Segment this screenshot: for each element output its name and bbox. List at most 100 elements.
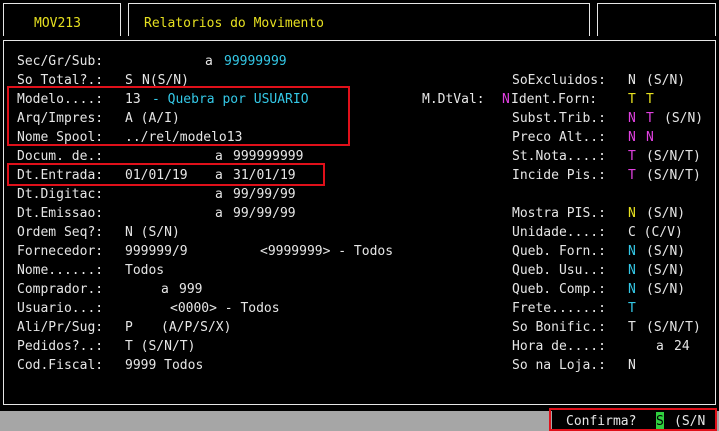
confirm-options: (S/N: [674, 414, 706, 429]
field-nomespool[interactable]: ../rel/modelo13: [125, 128, 242, 147]
screen-title: Relatorios do Movimento: [144, 16, 325, 31]
field-soexcluidos[interactable]: N: [628, 71, 636, 90]
field-identforn-1[interactable]: T: [628, 90, 636, 109]
field-frete[interactable]: T: [628, 299, 636, 318]
field-precoalt-1[interactable]: N: [628, 128, 636, 147]
opts-quebusu: (S/N): [646, 263, 686, 278]
sep-docum: a: [215, 149, 223, 164]
row-sototal: So Total?.: S N(S/N) SoExcluidos: N (S/N…: [0, 71, 719, 90]
field-pedidos[interactable]: T (S/N/T): [125, 337, 195, 356]
label-sototal: So Total?.:: [17, 73, 104, 88]
field-quebcomp[interactable]: N: [628, 280, 636, 299]
field-sobonific[interactable]: T: [628, 318, 636, 337]
opts-sobonific: (S/N/T): [646, 320, 701, 335]
opts-soexcluidos: (S/N): [646, 73, 686, 88]
opts-substtrib: (S/N): [664, 111, 704, 126]
confirm-answer-input[interactable]: S: [656, 412, 664, 431]
label-incidepis: Incide Pis.:: [512, 168, 606, 183]
row-aliprsug: Ali/Pr/Sug: P (A/P/S/X) So Bonific.: T (…: [0, 318, 719, 337]
label-nomespool: Nome Spool:: [17, 130, 104, 145]
tab-bar: MOV213 Relatorios do Movimento: [0, 0, 719, 38]
label-substtrib: Subst.Trib.:: [512, 111, 606, 126]
field-codfiscal[interactable]: 9999 Todos: [125, 356, 203, 375]
label-quebforn: Queb. Forn.:: [512, 244, 606, 259]
field-unidade[interactable]: C (C/V): [628, 223, 683, 242]
field-incidepis[interactable]: T: [628, 166, 636, 185]
field-secgrsub[interactable]: 99999999: [224, 52, 287, 71]
row-comprador: Comprador.: a 999 Queb. Comp.: N (S/N): [0, 280, 719, 299]
row-docum: Docum. de.: a 999999999 St.Nota....: T (…: [0, 147, 719, 166]
label-sonaloja: So na Loja.:: [512, 358, 606, 373]
row-dtentrada: Dt.Entrada: 01/01/19 a 31/01/19 Incide P…: [0, 166, 719, 185]
field-horade[interactable]: 24: [674, 337, 690, 356]
row-codfiscal: Cod.Fiscal: 9999 Todos So na Loja.: N: [0, 356, 719, 375]
label-dtemissao: Dt.Emissao:: [17, 206, 104, 221]
opts-quebforn: (S/N): [646, 244, 686, 259]
field-dtdigitac[interactable]: 99/99/99: [233, 185, 296, 204]
row-dtemissao: Dt.Emissao: a 99/99/99 Mostra PIS.: N (S…: [0, 204, 719, 223]
label-quebcomp: Queb. Comp.:: [512, 282, 606, 297]
label-soexcluidos: SoExcluidos:: [512, 73, 606, 88]
label-mdtval: M.DtVal:: [422, 92, 485, 107]
field-sototal[interactable]: S: [125, 71, 133, 90]
label-precoalt: Preco Alt..:: [512, 130, 606, 145]
field-usuario[interactable]: <0000> - Todos: [170, 299, 280, 318]
field-aliprsug[interactable]: P: [125, 318, 133, 337]
label-stnota: St.Nota....:: [512, 149, 606, 164]
label-codfiscal: Cod.Fiscal:: [17, 358, 104, 373]
sep-dtentrada: a: [215, 168, 223, 183]
field-precoalt-2[interactable]: N: [646, 128, 654, 147]
sep-dtemissao: a: [215, 206, 223, 221]
field-substtrib-2[interactable]: T: [646, 109, 654, 128]
label-aliprsug: Ali/Pr/Sug:: [17, 320, 104, 335]
field-nome[interactable]: Todos: [125, 261, 164, 280]
opts-mostrapis: (S/N): [646, 206, 686, 221]
tab-program-code[interactable]: MOV213: [3, 3, 121, 36]
confirm-prompt: Confirma? S (S/N: [552, 411, 716, 431]
field-substtrib-1[interactable]: N: [628, 109, 636, 128]
label-nome: Nome......:: [17, 263, 104, 278]
label-dtdigitac: Dt.Digitac:: [17, 187, 104, 202]
opts-sototal: N(S/N): [142, 73, 189, 88]
label-fornecedor: Fornecedor:: [17, 244, 104, 259]
confirm-question: Confirma?: [566, 414, 637, 429]
field-dtemissao[interactable]: 99/99/99: [233, 204, 296, 223]
label-secgrsub: Sec/Gr/Sub:: [17, 54, 104, 69]
field-modelo[interactable]: 13: [125, 90, 141, 109]
field-sonaloja[interactable]: N: [628, 356, 636, 375]
field-fornecedor[interactable]: 999999/9: [125, 242, 188, 261]
label-comprador: Comprador.:: [17, 282, 104, 297]
label-dtentrada: Dt.Entrada:: [17, 168, 104, 183]
label-pedidos: Pedidos?..:: [17, 339, 104, 354]
row-modelo: Modelo....: 13 - Quebra por USUARIO M.Dt…: [0, 90, 719, 109]
field-dtentrada-to[interactable]: 31/01/19: [233, 166, 296, 185]
label-sobonific: So Bonific.:: [512, 320, 606, 335]
field-quebforn[interactable]: N: [628, 242, 636, 261]
label-modelo: Modelo....:: [17, 92, 104, 107]
field-mdtval[interactable]: N: [502, 90, 510, 109]
field-identforn-2[interactable]: T: [646, 90, 654, 109]
field-arqimpres[interactable]: A (A/I): [125, 109, 180, 128]
sep-comprador: a: [161, 282, 169, 297]
row-secgrsub: Sec/Gr/Sub: a 99999999: [0, 52, 719, 71]
row-arqimpres: Arq/Impres: A (A/I) Subst.Trib.: N T (S/…: [0, 109, 719, 128]
row-ordemseq: Ordem Seq?: N (S/N) Unidade....: C (C/V): [0, 223, 719, 242]
label-quebusu: Queb. Usu..:: [512, 263, 606, 278]
opts-stnota: (S/N/T): [646, 149, 701, 164]
field-ordemseq[interactable]: N (S/N): [125, 223, 180, 242]
label-horade: Hora de....:: [512, 339, 606, 354]
opts-incidepis: (S/N/T): [646, 168, 701, 183]
field-quebusu[interactable]: N: [628, 261, 636, 280]
row-nome: Nome......: Todos Queb. Usu..: N (S/N): [0, 261, 719, 280]
tab-empty[interactable]: [597, 3, 716, 36]
field-docum[interactable]: 999999999: [233, 147, 303, 166]
row-pedidos: Pedidos?..: T (S/N/T) Hora de....: a 24: [0, 337, 719, 356]
label-mostrapis: Mostra PIS.:: [512, 206, 606, 221]
field-comprador[interactable]: 999: [179, 280, 202, 299]
tab-screen-title[interactable]: Relatorios do Movimento: [128, 3, 590, 36]
field-mostrapis[interactable]: N: [628, 204, 636, 223]
field-stnota[interactable]: T: [628, 147, 636, 166]
modelo-desc: - Quebra por USUARIO: [152, 92, 309, 107]
sep-dtdigitac: a: [215, 187, 223, 202]
field-dtentrada-from[interactable]: 01/01/19: [125, 166, 188, 185]
